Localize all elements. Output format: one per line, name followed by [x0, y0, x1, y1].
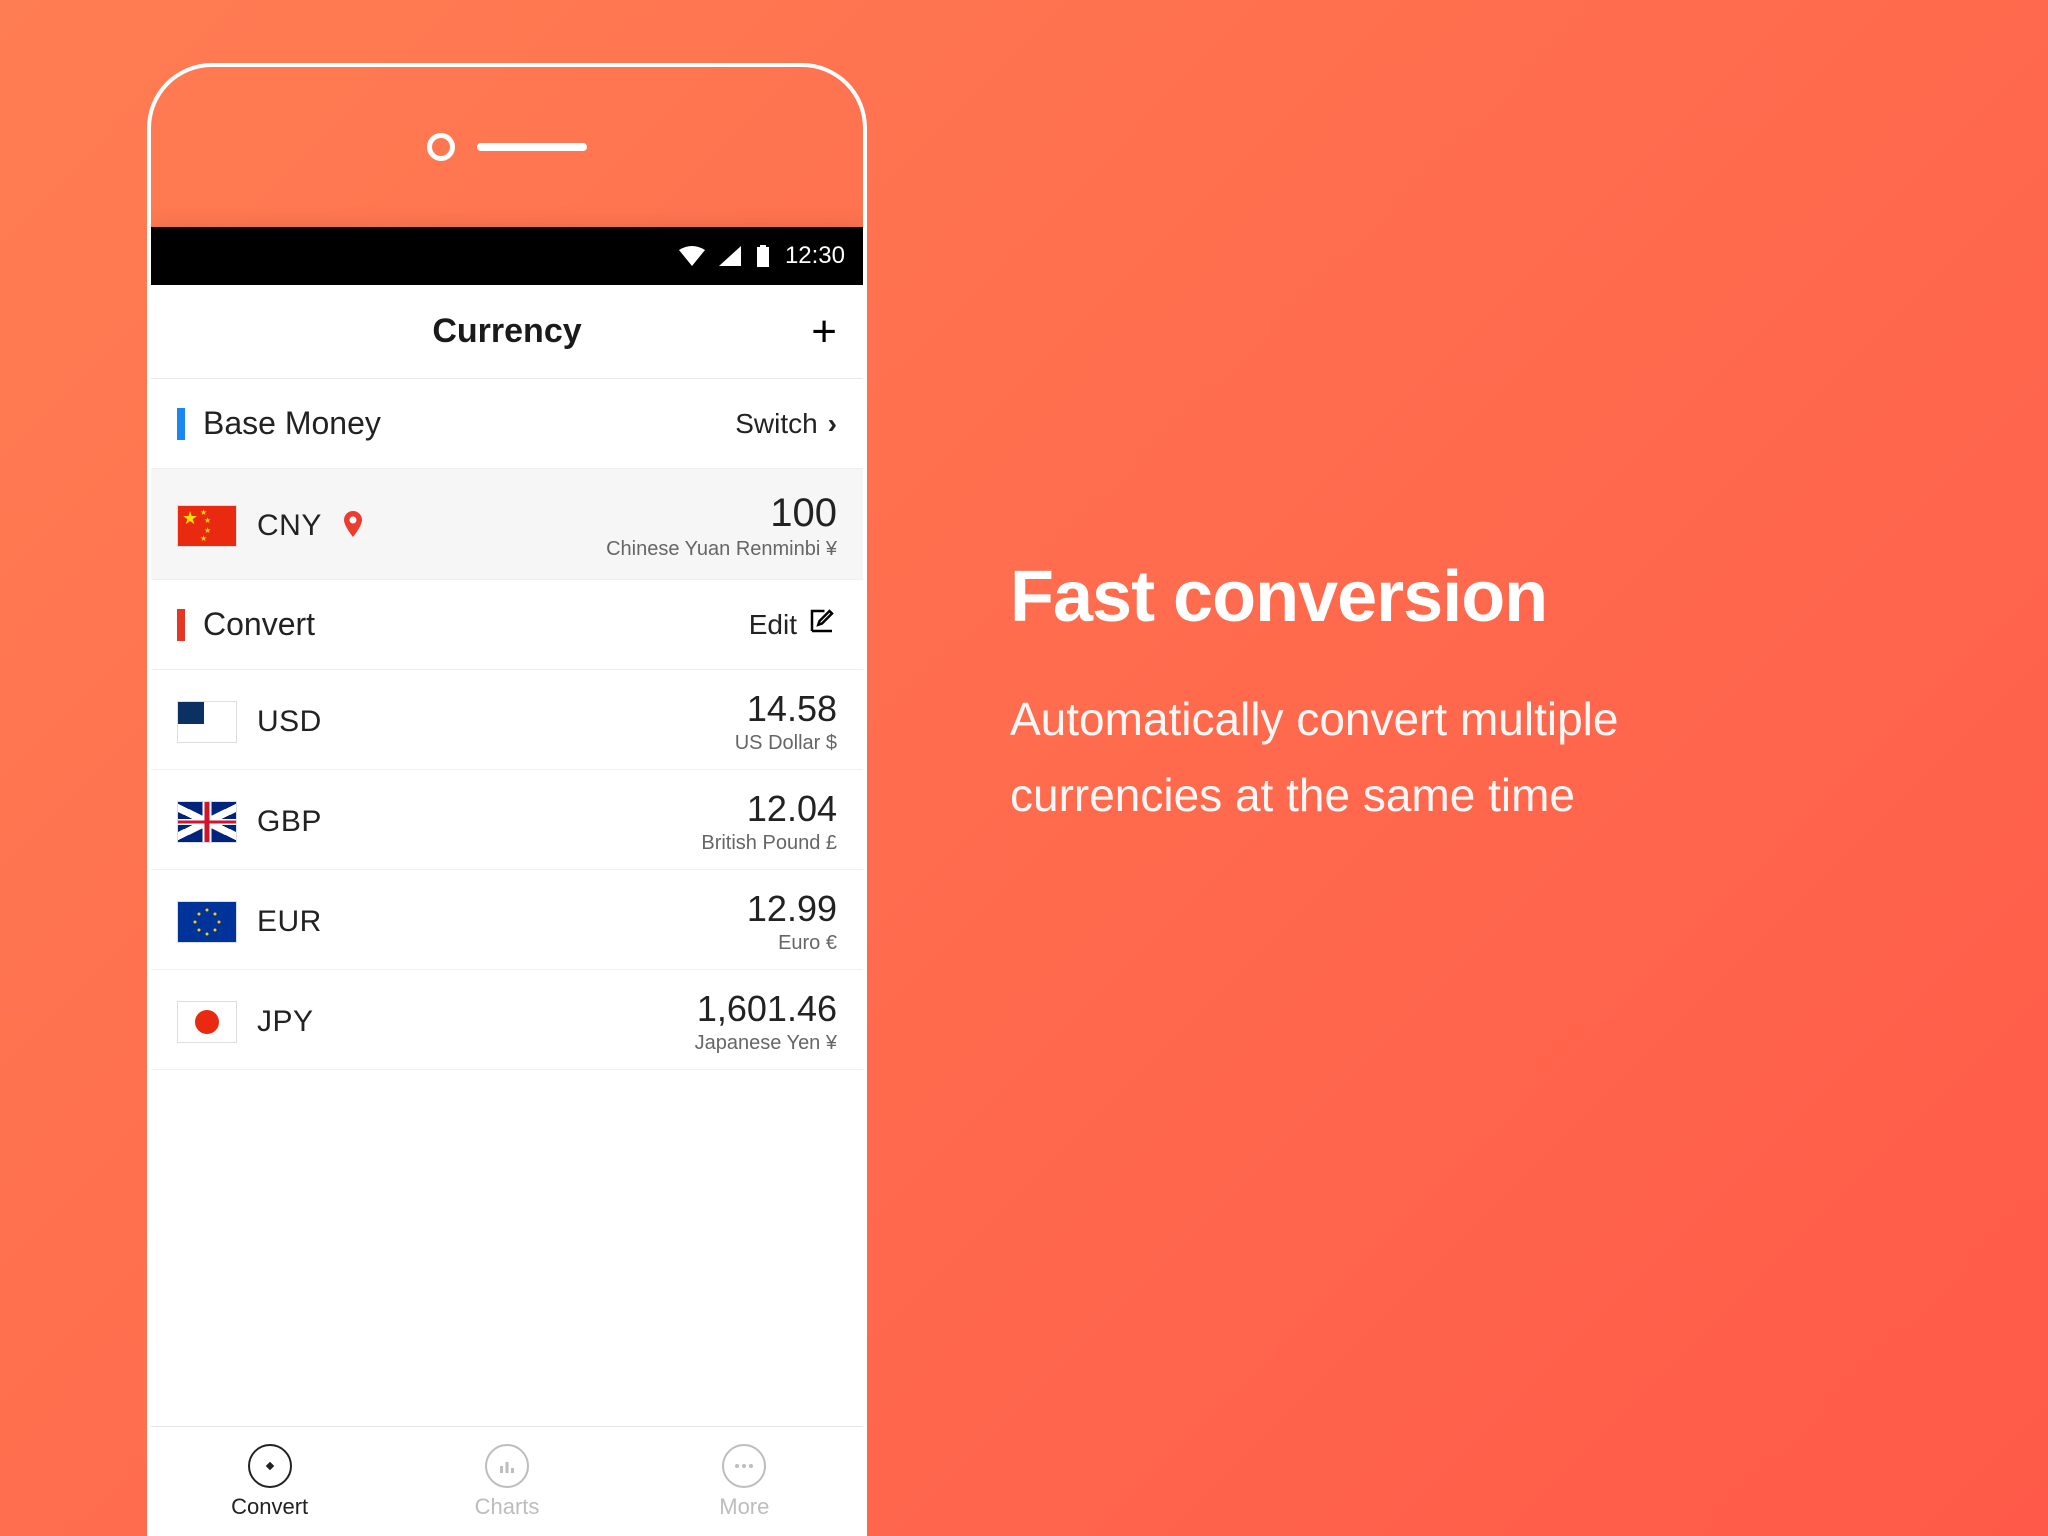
convert-tab-icon — [248, 1444, 292, 1488]
add-button[interactable]: + — [811, 307, 837, 357]
promo-text: Fast conversion Automatically convert mu… — [1010, 556, 1618, 834]
edit-button[interactable]: Edit — [749, 606, 837, 643]
currency-row-eur[interactable]: EUR 12.99 Euro € — [151, 870, 863, 970]
currency-code: USD — [257, 705, 322, 739]
promo-title: Fast conversion — [1010, 556, 1618, 638]
base-currency-row[interactable]: ★ ★ ★ ★ ★ CNY 100 Chinese Yuan Renminbi … — [151, 469, 863, 580]
flag-jp-icon — [177, 1001, 237, 1043]
flag-cn-icon: ★ ★ ★ ★ ★ — [177, 505, 237, 547]
phone-frame: 12:30 Currency + Base Money Switch › ★ ★… — [147, 63, 867, 1536]
base-money-section-header: Base Money Switch › — [151, 379, 863, 469]
currency-desc: Japanese Yen ¥ — [695, 1032, 837, 1055]
base-amount: 100 — [606, 491, 837, 536]
base-money-label: Base Money — [203, 405, 717, 442]
page-title: Currency — [432, 312, 581, 351]
currency-code: EUR — [257, 905, 322, 939]
currency-desc: Euro € — [747, 932, 837, 955]
switch-button[interactable]: Switch › — [735, 408, 837, 440]
convert-section-header: Convert Edit — [151, 580, 863, 670]
promo-subtitle: Automatically convert multiple currencie… — [1010, 682, 1618, 834]
battery-icon — [755, 245, 771, 267]
convert-label: Convert — [203, 606, 731, 643]
base-currency-code: CNY — [257, 509, 322, 543]
tab-charts[interactable]: Charts — [388, 1427, 625, 1536]
tab-label: Charts — [475, 1494, 540, 1520]
currency-amount: 12.99 — [747, 888, 837, 930]
currency-code: JPY — [257, 1005, 314, 1039]
section-marker-icon — [177, 609, 185, 641]
currency-amount: 14.58 — [735, 688, 837, 730]
currency-desc: US Dollar $ — [735, 732, 837, 755]
edit-icon — [807, 606, 837, 643]
base-currency-desc: Chinese Yuan Renminbi ¥ — [606, 538, 837, 561]
app-header: Currency + — [151, 285, 863, 379]
more-tab-icon — [722, 1444, 766, 1488]
currency-amount: 12.04 — [701, 788, 837, 830]
currency-desc: British Pound £ — [701, 832, 837, 855]
currency-row-jpy[interactable]: JPY 1,601.46 Japanese Yen ¥ — [151, 970, 863, 1070]
edit-label: Edit — [749, 609, 797, 641]
bottom-tab-bar: Convert Charts More — [151, 1426, 863, 1536]
camera-icon — [427, 133, 455, 161]
tab-label: Convert — [231, 1494, 308, 1520]
currency-amount: 1,601.46 — [695, 988, 837, 1030]
status-bar: 12:30 — [151, 227, 863, 285]
cell-signal-icon — [719, 246, 741, 266]
chevron-right-icon: › — [828, 408, 837, 440]
flag-eu-icon — [177, 901, 237, 943]
speaker-slot — [477, 143, 587, 151]
switch-label: Switch — [735, 408, 817, 440]
wifi-icon — [679, 246, 705, 266]
tab-convert[interactable]: Convert — [151, 1427, 388, 1536]
section-marker-icon — [177, 408, 185, 440]
status-time: 12:30 — [785, 242, 845, 270]
currency-code: GBP — [257, 805, 322, 839]
flag-gb-icon — [177, 801, 237, 843]
tab-more[interactable]: More — [626, 1427, 863, 1536]
charts-tab-icon — [485, 1444, 529, 1488]
phone-top-bezel — [151, 67, 863, 227]
currency-row-usd[interactable]: USD 14.58 US Dollar $ — [151, 670, 863, 770]
currency-row-gbp[interactable]: GBP 12.04 British Pound £ — [151, 770, 863, 870]
location-pin-icon — [342, 511, 364, 542]
app-screen: 12:30 Currency + Base Money Switch › ★ ★… — [151, 227, 863, 1536]
flag-us-icon — [177, 701, 237, 743]
tab-label: More — [719, 1494, 769, 1520]
